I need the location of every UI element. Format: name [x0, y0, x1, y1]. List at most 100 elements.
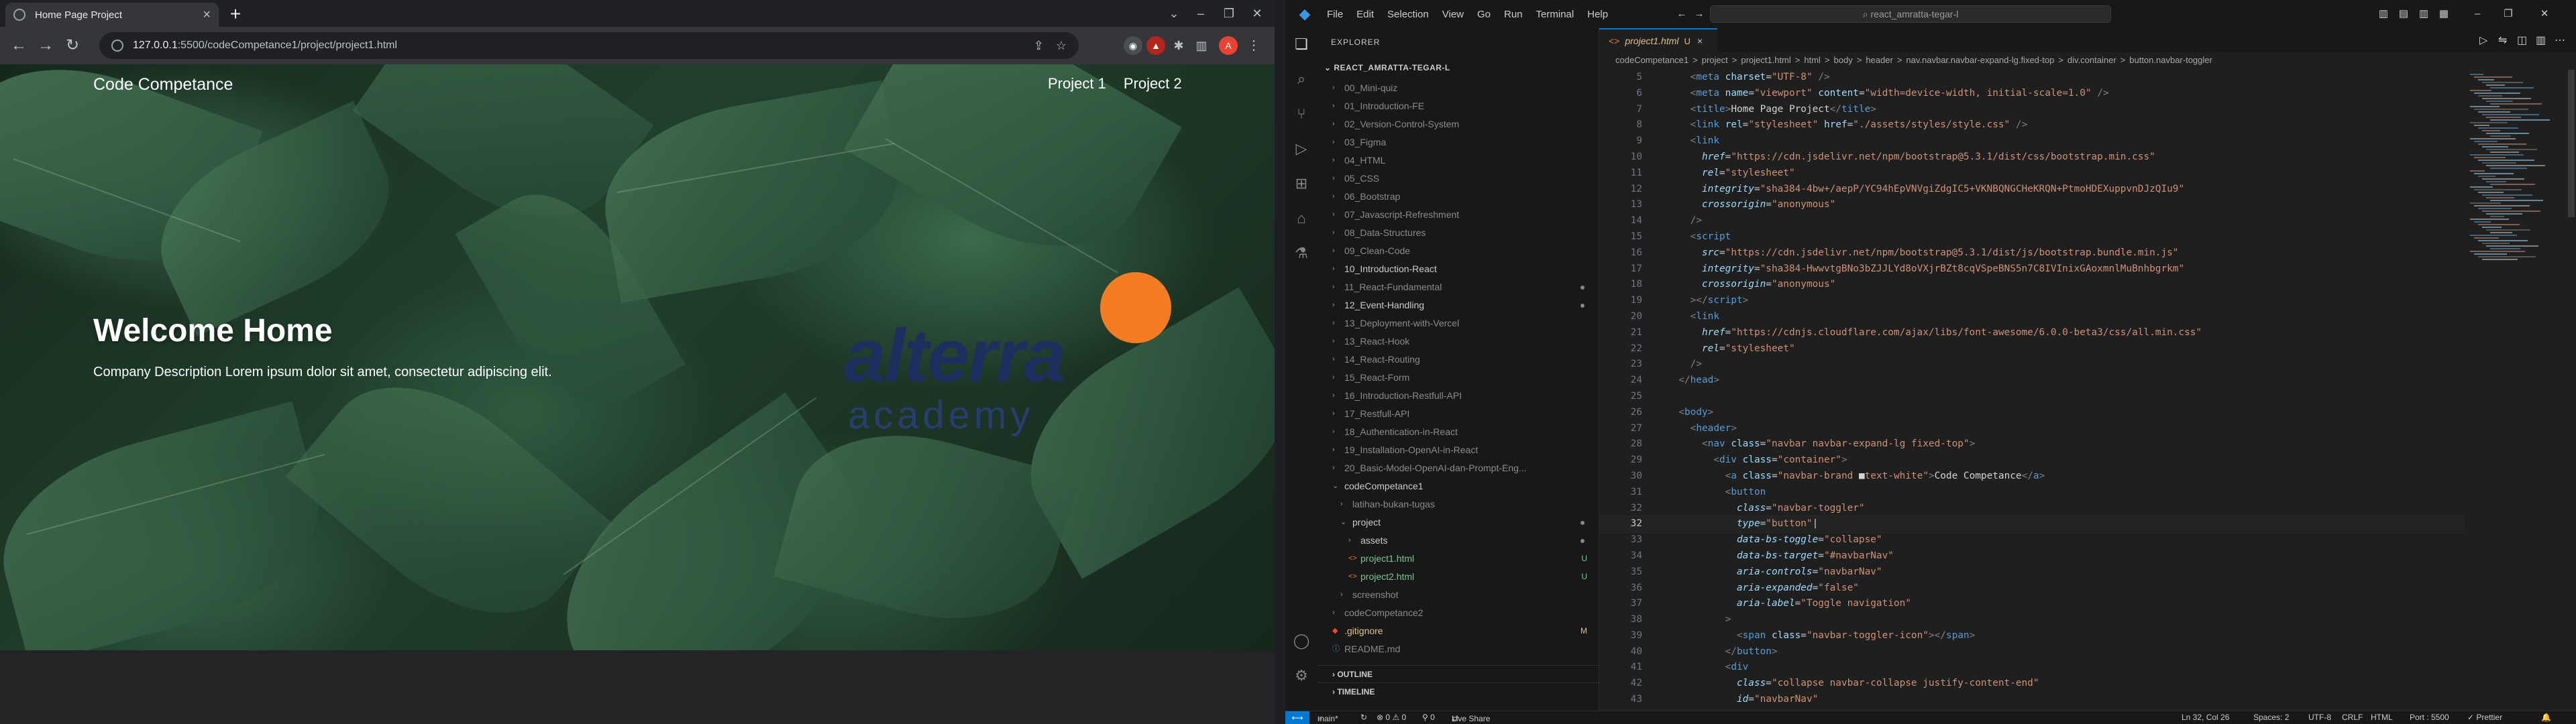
code-line[interactable]: 6 <meta name="viewport" content="width=d…	[1599, 86, 2465, 102]
workspace-header[interactable]: ⌄ REACT_AMRATTA-TEGAR-L	[1324, 63, 1450, 72]
more-actions-icon[interactable]: ⋯	[2555, 34, 2565, 47]
code-line[interactable]: 8 <link rel="stylesheet" href="./assets/…	[1599, 117, 2465, 133]
code-line[interactable]: 36 aria-expanded="false"	[1599, 581, 2465, 597]
code-line[interactable]: 25	[1599, 389, 2465, 405]
tree-item[interactable]: › 08_Data-Structures	[1318, 224, 1599, 242]
command-center[interactable]: ⌕ react_amratta-tegar-l	[1710, 5, 2111, 23]
close-tab-icon[interactable]: ×	[1697, 36, 1703, 46]
breadcrumb-item[interactable]: body	[1834, 55, 1853, 65]
tree-item[interactable]: › assets	[1318, 532, 1599, 550]
tree-item[interactable]: ⌄ project	[1318, 514, 1599, 532]
remote-explorer-icon[interactable]: ⌂	[1292, 209, 1311, 228]
code-line[interactable]: 39 <span class="navbar-toggler-icon"></s…	[1599, 628, 2465, 644]
tree-item[interactable]: › 00_Mini-quiz	[1318, 79, 1599, 97]
nav-link-project-2[interactable]: Project 2	[1124, 75, 1182, 93]
code-line[interactable]: 13 crossorigin="anonymous"	[1599, 197, 2465, 213]
prettier-status[interactable]: ✓ Prettier	[2467, 713, 2502, 722]
site-info-icon[interactable]	[111, 40, 123, 52]
extensions-icon[interactable]: ⊞	[1292, 174, 1311, 193]
browser-tab[interactable]: Home Page Project ×	[5, 3, 219, 27]
code-line[interactable]: 35 aria-controls="navbarNav"	[1599, 564, 2465, 581]
extensions-puzzle-icon[interactable]: ✱	[1169, 36, 1188, 55]
code-editor[interactable]: 5 <meta charset="UTF-8" /> 6 <meta name="…	[1599, 70, 2465, 711]
code-line[interactable]: 18 crossorigin="anonymous"	[1599, 277, 2465, 293]
breadcrumb-item[interactable]: codeCompetance1	[1615, 55, 1688, 65]
notifications-bell-icon[interactable]: 🔔	[2541, 713, 2551, 722]
code-line[interactable]: 34 data-bs-target="#navbarNav"	[1599, 548, 2465, 564]
menu-view[interactable]: View	[1442, 9, 1464, 20]
tree-item[interactable]: ⌄ codeCompetance1	[1318, 477, 1599, 495]
close-window-button[interactable]: ✕	[1244, 4, 1271, 23]
tree-item[interactable]: › 14_React-Routing	[1318, 351, 1599, 369]
code-line[interactable]: 20 <link	[1599, 309, 2465, 325]
run-icon[interactable]: ▷	[2479, 34, 2487, 47]
code-line[interactable]: 21 href="https://cdnjs.cloudflare.com/aj…	[1599, 325, 2465, 341]
menu-terminal[interactable]: Terminal	[1536, 9, 1574, 20]
menu-edit[interactable]: Edit	[1356, 9, 1374, 20]
tree-item[interactable]: › latihan-bukan-tugas	[1318, 495, 1599, 514]
remote-indicator-icon[interactable]: ⟷	[1285, 711, 1309, 724]
bookmark-star-icon[interactable]: ☆	[1056, 39, 1067, 53]
code-line[interactable]: 19 ></script>	[1599, 293, 2465, 309]
search-icon[interactable]: ⌕	[1292, 70, 1311, 88]
breadcrumb-item[interactable]: nav.navbar.navbar-expand-lg.fixed-top	[1906, 55, 2054, 65]
editor-scrollbar[interactable]	[2567, 70, 2576, 711]
code-line[interactable]: 37 aria-label="Toggle navigation"	[1599, 596, 2465, 612]
code-line[interactable]: 17 integrity="sha384-HwwvtgBNo3bZJJLYd8o…	[1599, 261, 2465, 278]
share-icon[interactable]: ⇪	[1034, 39, 1044, 53]
code-line[interactable]: 12 integrity="sha384-4bw+/aepP/YC94hEpVN…	[1599, 182, 2465, 198]
code-line[interactable]: 40 </button>	[1599, 644, 2465, 660]
manage-gear-icon[interactable]: ⚙	[1292, 666, 1311, 685]
code-line[interactable]: 15 <script	[1599, 229, 2465, 245]
customize-layout-icon[interactable]: ▦	[2436, 7, 2451, 21]
tree-item[interactable]: › 09_Clean-Code	[1318, 242, 1599, 260]
tree-item[interactable]: › 06_Bootstrap	[1318, 188, 1599, 206]
ports-status[interactable]: ⚲ 0	[1422, 713, 1435, 722]
breadcrumb-item[interactable]: div.container	[2068, 55, 2116, 65]
close-window-button[interactable]: ✕	[2537, 7, 2552, 21]
side-panel-icon[interactable]: ▥	[1192, 36, 1211, 55]
scrollbar-thumb[interactable]	[2568, 70, 2575, 217]
explorer-icon[interactable]: ❏	[1292, 35, 1311, 54]
menu-help[interactable]: Help	[1587, 9, 1608, 20]
restore-button[interactable]: ❐	[1216, 4, 1242, 23]
sync-status[interactable]: ↻	[1360, 713, 1367, 722]
code-line[interactable]: 24 </head>	[1599, 373, 2465, 389]
code-line[interactable]: 33 data-bs-toggle="collapse"	[1599, 532, 2465, 548]
menu-go[interactable]: Go	[1477, 9, 1491, 20]
breadcrumb-item[interactable]: project1.html	[1741, 55, 1790, 65]
extension-icon[interactable]: ▲	[1146, 36, 1165, 55]
minimap[interactable]	[2465, 70, 2565, 711]
tree-item[interactable]: ⓘ README.md	[1318, 640, 1599, 658]
forward-icon[interactable]: →	[1692, 7, 1707, 21]
indentation[interactable]: Spaces: 2	[2253, 713, 2289, 722]
tree-item[interactable]: › 18_Authentication-in-React	[1318, 423, 1599, 441]
tree-item[interactable]: › 13_React-Hook	[1318, 333, 1599, 351]
code-line[interactable]: 7 <title>Home Page Project</title>	[1599, 102, 2465, 118]
run-debug-icon[interactable]: ▷	[1292, 139, 1311, 158]
breadcrumb-item[interactable]: html	[1804, 55, 1821, 65]
tree-item[interactable]: › 20_Basic-Model-OpenAI-dan-Prompt-Eng...	[1318, 459, 1599, 477]
toggle-secondary-sidebar-icon[interactable]: ▥	[2416, 7, 2431, 21]
tree-item[interactable]: › 05_CSS	[1318, 170, 1599, 188]
source-control-icon[interactable]: ⑂	[1292, 105, 1311, 123]
code-line[interactable]: 22 rel="stylesheet"	[1599, 341, 2465, 357]
tree-item[interactable]: › 13_Deployment-with-Vercel	[1318, 314, 1599, 333]
problems-status[interactable]: ⊗ 0 ⚠ 0	[1377, 713, 1406, 722]
code-line[interactable]: 42 class="collapse navbar-collapse justi…	[1599, 676, 2465, 692]
code-line[interactable]: 41 <div	[1599, 660, 2465, 676]
code-line[interactable]: 28 <nav class="navbar navbar-expand-lg f…	[1599, 436, 2465, 452]
code-line[interactable]: 23 />	[1599, 357, 2465, 373]
close-tab-icon[interactable]: ×	[203, 7, 211, 23]
tree-item[interactable]: › 07_Javascript-Refreshment	[1318, 206, 1599, 224]
tree-item[interactable]: › 12_Event-Handling	[1318, 296, 1599, 314]
back-icon[interactable]: ←	[5, 32, 32, 59]
reload-icon[interactable]: ↻	[59, 32, 86, 59]
tree-item[interactable]: › 11_React-Fundamental	[1318, 278, 1599, 296]
code-line[interactable]: 32 type="button"|	[1599, 516, 2465, 534]
code-line[interactable]: 30 <a class="navbar-brand ■text-white">C…	[1599, 469, 2465, 485]
tree-item[interactable]: › 19_Installation-OpenAI-in-React	[1318, 441, 1599, 459]
live-server-port[interactable]: Port : 5500	[2410, 713, 2449, 722]
tree-item[interactable]: ◆ .gitignore M	[1318, 622, 1599, 640]
code-line[interactable]: 14 />	[1599, 213, 2465, 229]
